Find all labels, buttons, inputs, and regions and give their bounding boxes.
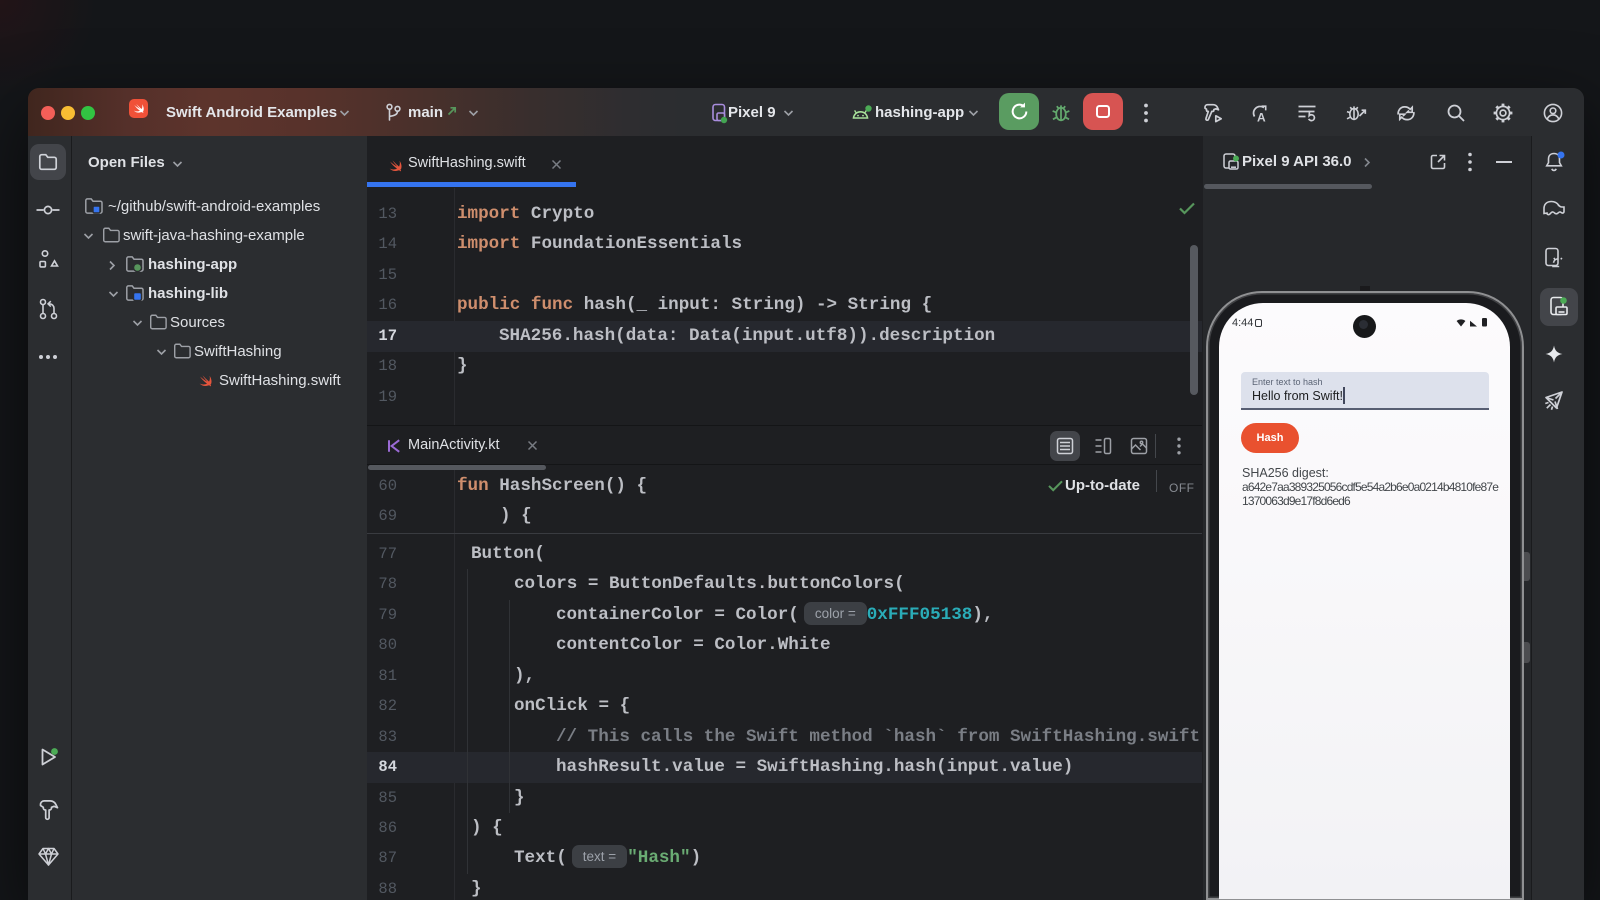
svg-text:A: A bbox=[1257, 111, 1266, 125]
